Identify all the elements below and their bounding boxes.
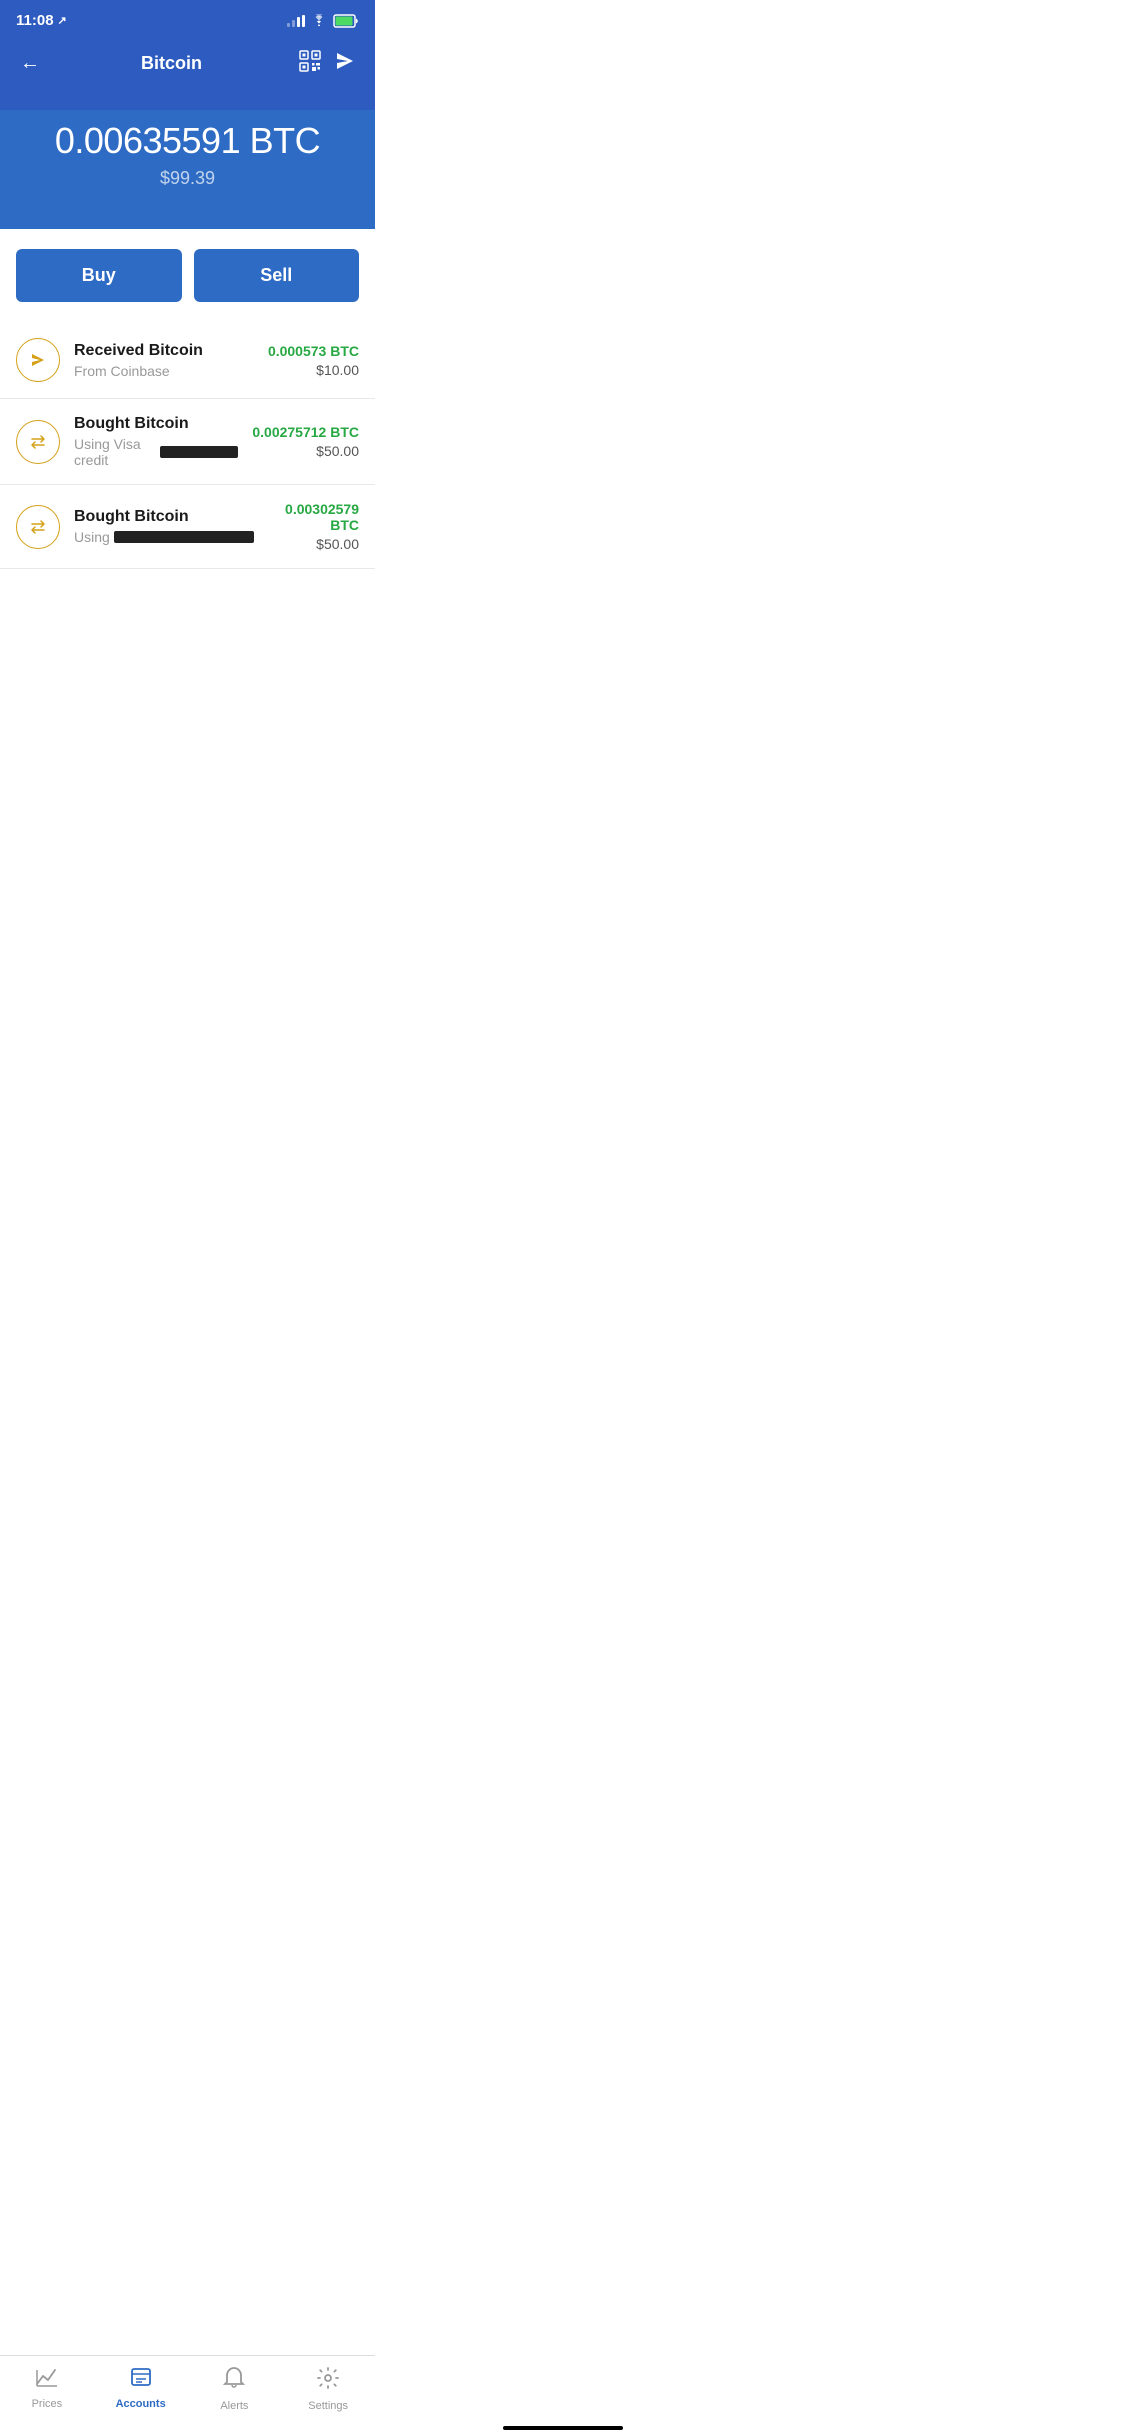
signal-icon <box>287 15 305 27</box>
settings-icon <box>316 2366 340 2396</box>
tx-info: Bought Bitcoin Using Visa credit <box>74 415 238 468</box>
redacted-text <box>160 446 238 458</box>
balance-section: 0.00635591 BTC $99.39 <box>0 110 375 229</box>
location-icon: ↗ <box>58 14 67 27</box>
prices-icon <box>35 2366 59 2394</box>
tx-amounts: 0.00302579 BTC $50.00 <box>268 501 359 552</box>
tx-title: Bought Bitcoin <box>74 415 238 433</box>
prices-label: Prices <box>32 2398 63 2410</box>
nav-item-accounts[interactable]: Accounts <box>111 2366 171 2412</box>
tx-btc-amount: 0.000573 BTC <box>268 343 359 359</box>
home-indicator <box>503 2426 623 2430</box>
action-buttons: Buy Sell <box>0 229 375 322</box>
accounts-label: Accounts <box>116 2398 166 2410</box>
settings-label: Settings <box>308 2400 348 2412</box>
status-icons <box>287 13 359 29</box>
balance-usd: $99.39 <box>16 168 359 189</box>
buy-button[interactable]: Buy <box>16 249 182 302</box>
nav-item-settings[interactable]: Settings <box>298 2366 358 2412</box>
transaction-item[interactable]: Bought Bitcoin Using Visa credit 0.00275… <box>0 399 375 485</box>
tx-amounts: 0.00275712 BTC $50.00 <box>252 424 359 459</box>
tx-btc-amount: 0.00275712 BTC <box>252 424 359 440</box>
transactions-list: Received Bitcoin From Coinbase 0.000573 … <box>0 322 375 569</box>
transaction-item[interactable]: Received Bitcoin From Coinbase 0.000573 … <box>0 322 375 399</box>
redacted-text <box>114 531 254 543</box>
transaction-item[interactable]: Bought Bitcoin Using 0.00302579 BTC $50.… <box>0 485 375 569</box>
tx-subtitle: From Coinbase <box>74 363 254 379</box>
qr-code-button[interactable] <box>299 50 321 77</box>
status-time: 11:08 ↗ <box>16 12 67 29</box>
tx-subtitle: Using <box>74 529 254 545</box>
tx-info: Received Bitcoin From Coinbase <box>74 342 254 379</box>
header: ← Bitcoin <box>0 37 375 110</box>
balance-btc: 0.00635591 BTC <box>16 120 359 162</box>
back-button[interactable]: ← <box>16 48 44 79</box>
tx-info: Bought Bitcoin Using <box>74 508 254 545</box>
receive-icon <box>16 338 60 382</box>
nav-item-prices[interactable]: Prices <box>17 2366 77 2412</box>
tx-usd-amount: $50.00 <box>252 443 359 459</box>
tx-title: Bought Bitcoin <box>74 508 254 526</box>
send-button[interactable] <box>331 47 359 80</box>
battery-icon <box>333 14 359 28</box>
exchange-icon <box>16 505 60 549</box>
status-bar: 11:08 ↗ <box>0 0 375 37</box>
tx-usd-amount: $10.00 <box>268 362 359 378</box>
tx-subtitle: Using Visa credit <box>74 436 238 468</box>
tx-amounts: 0.000573 BTC $10.00 <box>268 343 359 378</box>
bottom-nav: Prices Accounts Alerts <box>0 2355 375 2436</box>
exchange-icon <box>16 420 60 464</box>
alerts-label: Alerts <box>220 2400 248 2412</box>
sell-button[interactable]: Sell <box>194 249 360 302</box>
tx-title: Received Bitcoin <box>74 342 254 360</box>
wifi-icon <box>311 13 327 29</box>
tx-btc-amount: 0.00302579 BTC <box>268 501 359 533</box>
page-title: Bitcoin <box>44 53 299 74</box>
tx-usd-amount: $50.00 <box>268 536 359 552</box>
header-actions <box>299 47 359 80</box>
accounts-icon <box>129 2366 153 2394</box>
nav-item-alerts[interactable]: Alerts <box>204 2366 264 2412</box>
alerts-icon <box>223 2366 245 2396</box>
